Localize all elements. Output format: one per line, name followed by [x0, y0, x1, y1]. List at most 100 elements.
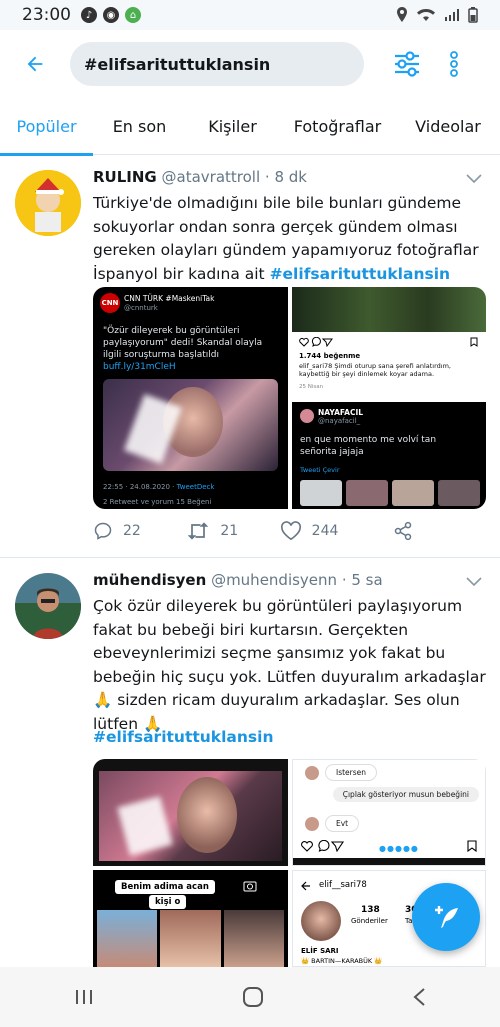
cnn-source: TweetDeck	[176, 483, 215, 491]
cnn-logo: CNN	[100, 293, 120, 313]
reply-icon	[94, 522, 112, 540]
author-name[interactable]: mühendisyen	[93, 571, 206, 589]
nayafacil-user: NAYAFACIL	[318, 408, 364, 417]
chat-message-1: Istersen	[325, 764, 378, 781]
filter-button[interactable]	[384, 41, 430, 87]
chevron-down-icon[interactable]	[466, 577, 482, 587]
nayafacil-photos	[300, 480, 480, 506]
tweet-card[interactable]: RULING @atavrattroll · 8 dk Türkiye'de o…	[0, 156, 500, 558]
like-count: 244	[311, 523, 339, 539]
location-icon	[397, 7, 407, 22]
avatar[interactable]	[15, 573, 81, 639]
tab-people[interactable]: Kişiler	[186, 98, 279, 155]
nayafacil-text: en que momento me volví tan señorita jaj…	[300, 435, 437, 457]
chat-message-3: Evt	[325, 815, 360, 832]
retweet-count: 21	[220, 523, 239, 539]
cnn-link: buff.ly/31mCleH	[103, 362, 176, 372]
media-cnn-screenshot[interactable]: CNN CNN TÜRK #MaskeniTak @cnnturk "Özür …	[93, 287, 288, 509]
chat-avatar	[305, 817, 319, 831]
profile-location: 👑 BARTIN—KARABÜK 👑	[301, 957, 383, 965]
tweet-actions: 22 21 244	[93, 521, 423, 541]
media-instagram-screenshot[interactable]: 1.744 beğenme elif_sari78 Şimdi oturup s…	[292, 287, 486, 398]
instagram-actions-icon	[299, 337, 333, 347]
bookmark-icon	[470, 337, 478, 347]
story-text-1: Benim adima acan	[115, 880, 215, 894]
search-query: #elifsarituttuklansin	[84, 54, 271, 74]
cnn-text: "Özür dileyerek bu görüntüleri paylaşıyo…	[103, 326, 263, 360]
compose-feather-icon	[435, 906, 458, 928]
profile-posts: 138	[361, 905, 380, 915]
share-button[interactable]	[393, 521, 423, 541]
nayafacil-translate: Tweeti Çevir	[300, 466, 340, 474]
chevron-down-icon[interactable]	[466, 174, 482, 184]
back-arrow-icon	[301, 881, 310, 891]
instagram-caption: elif_sari78 Şimdi oturup sana şerefi anl…	[299, 362, 451, 378]
tweet-text: Çok özür dileyerek bu görüntüleri paylaş…	[93, 597, 486, 733]
media-icon: ◉	[103, 7, 119, 23]
tweet-text: Türkiye'de olmadığını bile bile bunları …	[93, 192, 488, 286]
profile-avatar	[301, 901, 341, 941]
reply-button[interactable]: 22	[93, 521, 186, 541]
sliders-icon	[395, 51, 419, 77]
like-button[interactable]: 244	[280, 521, 373, 541]
back-nav-icon[interactable]	[412, 987, 426, 1007]
more-options-button[interactable]	[434, 41, 474, 87]
tab-latest[interactable]: En son	[93, 98, 186, 155]
media-selfie[interactable]	[93, 759, 288, 866]
compose-tweet-button[interactable]	[412, 883, 480, 951]
hashtag-link[interactable]: #elifsarituttuklansin	[93, 726, 488, 750]
cnn-meta: 22:55 · 24.08.2020 · TweetDeck	[103, 483, 214, 491]
tab-videos[interactable]: Videolar	[396, 98, 500, 155]
nayafacil-handle: @nayafacil_	[318, 417, 361, 425]
search-header: #elifsarituttuklansin	[0, 30, 500, 98]
status-bar: 23:00 ♪ ◉ ⌂	[0, 0, 500, 30]
tweet-header: RULING @atavrattroll · 8 dk	[93, 168, 307, 186]
search-tabs: Popüler En son Kişiler Fotoğraflar Video…	[0, 98, 500, 156]
search-input[interactable]: #elifsarituttuklansin	[70, 42, 364, 86]
retweet-button[interactable]: 21	[186, 521, 279, 541]
reply-count: 22	[123, 523, 141, 539]
tab-popular[interactable]: Popüler	[0, 98, 93, 156]
tweet-media-grid[interactable]: CNN CNN TÜRK #MaskeniTak @cnnturk "Özür …	[93, 287, 486, 509]
media-story-screenshot[interactable]: Benim adima acan kişi o	[93, 870, 288, 967]
retweet-icon	[188, 522, 209, 540]
hashtag-link[interactable]: #elifsarituttuklansin	[270, 265, 451, 283]
camera-icon	[243, 881, 257, 892]
cnn-stats: 2 Retweet ve yorum 15 Beğeni	[103, 498, 212, 506]
avatar-image	[15, 170, 81, 236]
instagram-photo	[292, 287, 486, 332]
back-button[interactable]	[0, 30, 70, 98]
bookmark-icon	[467, 840, 477, 852]
recent-apps-icon[interactable]	[74, 988, 94, 1006]
instagram-actions-icon	[301, 840, 345, 852]
share-icon	[394, 521, 412, 541]
nayafacil-avatar	[300, 409, 314, 423]
tab-photos[interactable]: Fotoğraflar	[279, 98, 396, 155]
tweet-header: mühendisyen @muhendisyenn · 5 sa	[93, 571, 383, 589]
carousel-dots: ●●●●●	[379, 844, 419, 853]
chat-message-2: Çıplak gösteriyor musun bebeğini	[332, 787, 479, 802]
cnn-time: 22:55 · 24.08.2020 ·	[103, 483, 175, 491]
profile-name: ELİF SARI	[301, 947, 339, 955]
author-handle: @muhendisyenn · 5 sa	[211, 571, 383, 589]
wifi-icon	[417, 9, 435, 21]
author-handle: @atavrattroll · 8 dk	[161, 168, 307, 186]
instagram-time: 25 Nisan	[299, 384, 324, 390]
cnn-user: CNN TÜRK #MaskeniTak	[124, 294, 215, 303]
story-photo-strip	[97, 910, 284, 967]
android-nav-bar	[0, 967, 500, 1027]
avatar[interactable]	[15, 170, 81, 236]
cnn-handle: @cnnturk	[124, 304, 158, 312]
profile-username: elif__sari78	[319, 880, 367, 890]
media-chat-screenshot[interactable]: Istersen Çıplak gösteriyor musun bebeğin…	[292, 759, 486, 866]
chat-avatar	[305, 766, 319, 780]
cnn-photo	[103, 379, 278, 471]
author-name[interactable]: RULING	[93, 168, 157, 186]
avatar-image	[15, 573, 81, 639]
battery-icon	[468, 7, 478, 23]
media-nayafacil-screenshot[interactable]: NAYAFACIL @nayafacil_ en que momento me …	[292, 402, 486, 509]
profile-posts-label: Gönderiler	[351, 917, 388, 925]
selfie-photo	[99, 771, 282, 861]
heart-icon	[280, 521, 301, 541]
home-button-icon[interactable]	[242, 986, 264, 1008]
